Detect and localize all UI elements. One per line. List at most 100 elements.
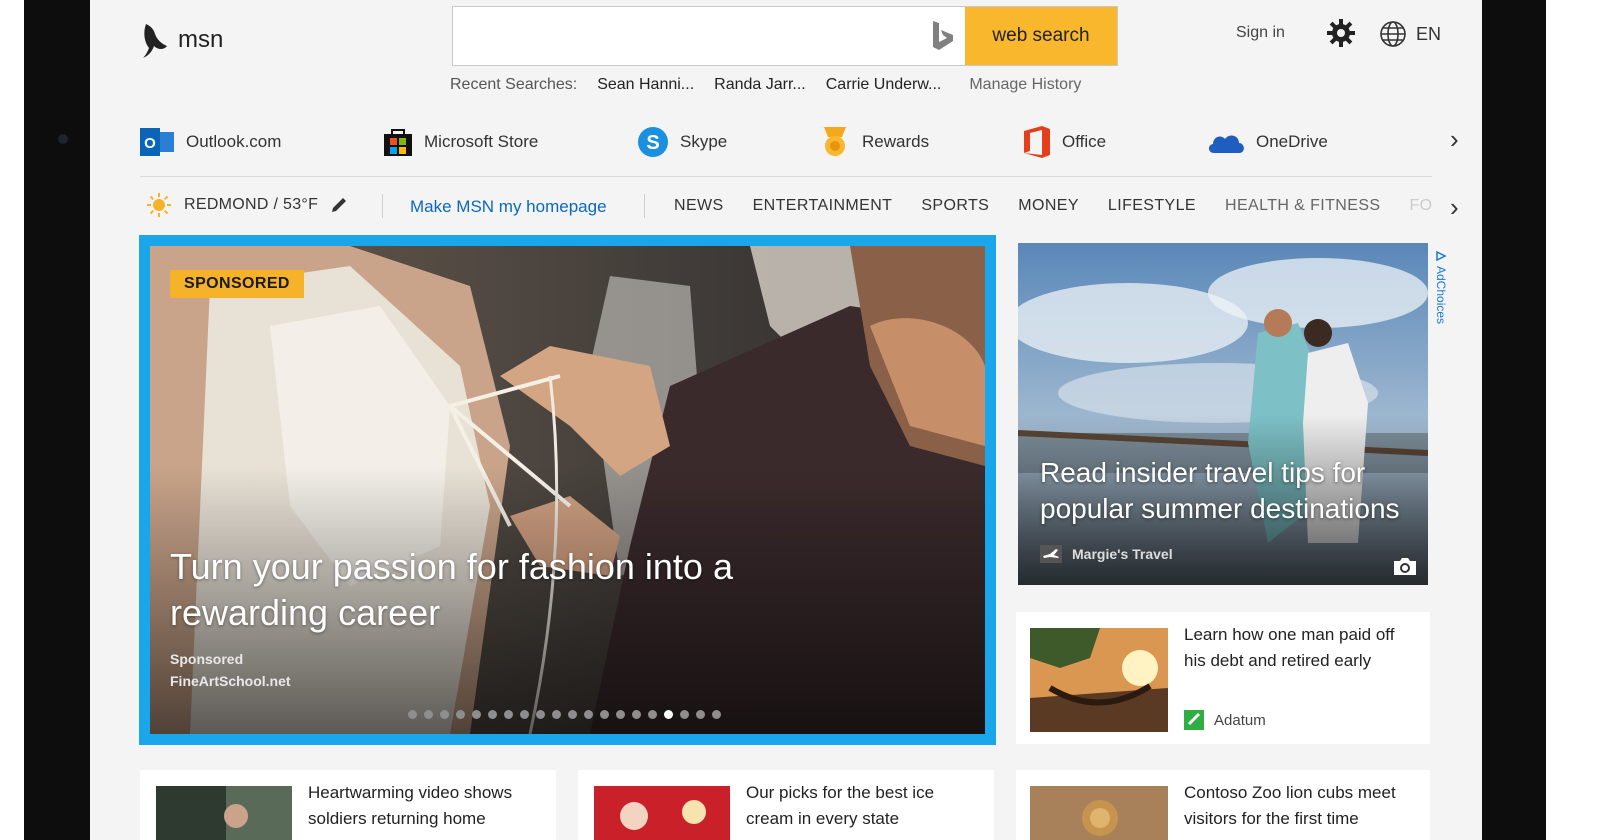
camera-lens — [58, 134, 68, 144]
carousel-dot[interactable] — [552, 710, 561, 719]
hero-source[interactable]: FineArtSchool.net — [170, 670, 291, 692]
search-box: web search — [452, 6, 1118, 66]
carousel-dot[interactable] — [520, 710, 529, 719]
news-card[interactable]: Contoso Zoo lion cubs meet visitors for … — [1016, 770, 1430, 840]
adchoices-icon — [1436, 250, 1447, 262]
card-headline[interactable]: Contoso Zoo lion cubs meet visitors for … — [1184, 780, 1416, 832]
nav-sports[interactable]: SPORTS — [921, 197, 989, 215]
store-icon — [384, 129, 412, 156]
travel-image — [1018, 243, 1428, 585]
news-card[interactable]: Heartwarming video shows soldiers return… — [140, 770, 556, 840]
carousel-dot[interactable] — [568, 710, 577, 719]
carousel-dot[interactable] — [504, 710, 513, 719]
butterfly-icon — [143, 24, 167, 58]
section-nav: NEWS ENTERTAINMENT SPORTS MONEY LIFESTYL… — [674, 197, 1433, 215]
app-link-outlook[interactable]: O Outlook.com — [140, 124, 281, 160]
adchoices-link[interactable]: AdChoices — [1432, 250, 1450, 340]
app-label: Outlook.com — [186, 132, 282, 151]
bing-icon — [921, 7, 965, 65]
carousel-dot[interactable] — [664, 710, 673, 719]
travel-source-label: Margie's Travel — [1072, 546, 1173, 562]
carousel-dot[interactable] — [408, 710, 417, 719]
nav-divider — [382, 194, 383, 218]
carousel-dot[interactable] — [680, 710, 689, 719]
recent-search-item[interactable]: Randa Jarr... — [714, 76, 806, 94]
language-label: EN — [1416, 23, 1442, 44]
carousel-dot[interactable] — [712, 710, 721, 719]
adatum-logo-icon — [1184, 710, 1204, 730]
carousel-dot[interactable] — [696, 710, 705, 719]
apps-next-chevron-icon[interactable]: › — [1450, 124, 1459, 155]
weather-label: REDMOND / 53°F — [184, 196, 319, 213]
hero-card-frame[interactable]: SPONSORED Turn your passion for fashion … — [139, 235, 996, 745]
nav-divider — [644, 194, 645, 218]
travel-card[interactable]: Read insider travel tips for popular sum… — [1018, 243, 1428, 585]
card-source[interactable]: Adatum — [1184, 710, 1266, 730]
carousel-dot[interactable] — [584, 710, 593, 719]
outlook-icon: O — [140, 128, 174, 156]
carousel-dot[interactable] — [488, 710, 497, 719]
carousel-dot[interactable] — [648, 710, 657, 719]
app-link-office[interactable]: Office — [1022, 124, 1106, 160]
carousel-dot[interactable] — [456, 710, 465, 719]
carousel-dot[interactable] — [616, 710, 625, 719]
travel-source[interactable]: Margie's Travel — [1040, 545, 1173, 563]
msn-logo[interactable]: msn — [140, 20, 223, 60]
gear-icon[interactable] — [1326, 18, 1356, 53]
nav-news[interactable]: NEWS — [674, 197, 724, 215]
web-search-button[interactable]: web search — [965, 7, 1117, 65]
pencil-icon[interactable] — [330, 196, 348, 214]
msn-homepage: msn web search Recent Searches: Sean Han… — [90, 0, 1482, 840]
app-link-onedrive[interactable]: OneDrive — [1206, 124, 1328, 160]
nav-entertainment[interactable]: ENTERTAINMENT — [753, 197, 893, 215]
rewards-icon — [824, 127, 846, 156]
device-bezel-left — [24, 0, 90, 840]
carousel-dot[interactable] — [536, 710, 545, 719]
hero-card[interactable]: SPONSORED Turn your passion for fashion … — [150, 246, 985, 734]
recent-search-item[interactable]: Sean Hanni... — [597, 76, 694, 94]
carousel-dot[interactable] — [424, 710, 433, 719]
globe-icon — [1380, 21, 1406, 47]
sign-in-link[interactable]: Sign in — [1236, 24, 1285, 42]
nav-food[interactable]: FO — [1409, 197, 1432, 215]
hero-meta: Sponsored FineArtSchool.net — [170, 648, 291, 692]
app-label: Rewards — [862, 132, 930, 151]
card-thumbnail — [1030, 786, 1168, 840]
card-source-label: Adatum — [1214, 711, 1266, 729]
weather-widget[interactable]: REDMOND / 53°F — [146, 192, 348, 218]
carousel-dot[interactable] — [632, 710, 641, 719]
nav-health-fitness[interactable]: HEALTH & FITNESS — [1225, 197, 1380, 215]
manage-history-link[interactable]: Manage History — [969, 76, 1081, 94]
search-input[interactable] — [453, 7, 921, 65]
office-icon — [1024, 126, 1050, 158]
travel-headline[interactable]: Read insider travel tips for popular sum… — [1040, 455, 1420, 527]
device-bezel-right — [1482, 0, 1546, 840]
camera-icon — [1394, 558, 1416, 575]
news-card[interactable]: Learn how one man paid off his debt and … — [1016, 612, 1430, 744]
language-selector[interactable]: EN — [1378, 19, 1441, 49]
app-label: Office — [1062, 132, 1107, 151]
nav-next-chevron-icon[interactable]: › — [1450, 192, 1459, 223]
card-headline[interactable]: Our picks for the best ice cream in ever… — [746, 780, 978, 832]
carousel-dot[interactable] — [440, 710, 449, 719]
nav-money[interactable]: MONEY — [1018, 197, 1079, 215]
carousel-dot[interactable] — [600, 710, 609, 719]
carousel-dot[interactable] — [472, 710, 481, 719]
app-link-skype[interactable]: S Skype — [636, 124, 727, 160]
recent-search-item[interactable]: Carrie Underw... — [826, 76, 942, 94]
recent-searches: Recent Searches: Sean Hanni... Randa Jar… — [450, 76, 1081, 94]
hero-headline[interactable]: Turn your passion for fashion into a rew… — [170, 544, 810, 636]
divider — [140, 176, 1432, 177]
app-link-store[interactable]: Microsoft Store — [382, 124, 538, 160]
make-homepage-link[interactable]: Make MSN my homepage — [410, 197, 607, 217]
logo-text: msn — [178, 26, 224, 53]
app-link-rewards[interactable]: Rewards — [818, 124, 929, 160]
card-thumbnail — [156, 786, 292, 840]
svg-text:S: S — [646, 132, 659, 154]
skype-icon: S — [638, 127, 668, 157]
sun-icon — [147, 193, 171, 217]
nav-lifestyle[interactable]: LIFESTYLE — [1108, 197, 1196, 215]
news-card[interactable]: Our picks for the best ice cream in ever… — [578, 770, 994, 840]
card-headline[interactable]: Learn how one man paid off his debt and … — [1184, 622, 1416, 674]
card-headline[interactable]: Heartwarming video shows soldiers return… — [308, 780, 540, 832]
